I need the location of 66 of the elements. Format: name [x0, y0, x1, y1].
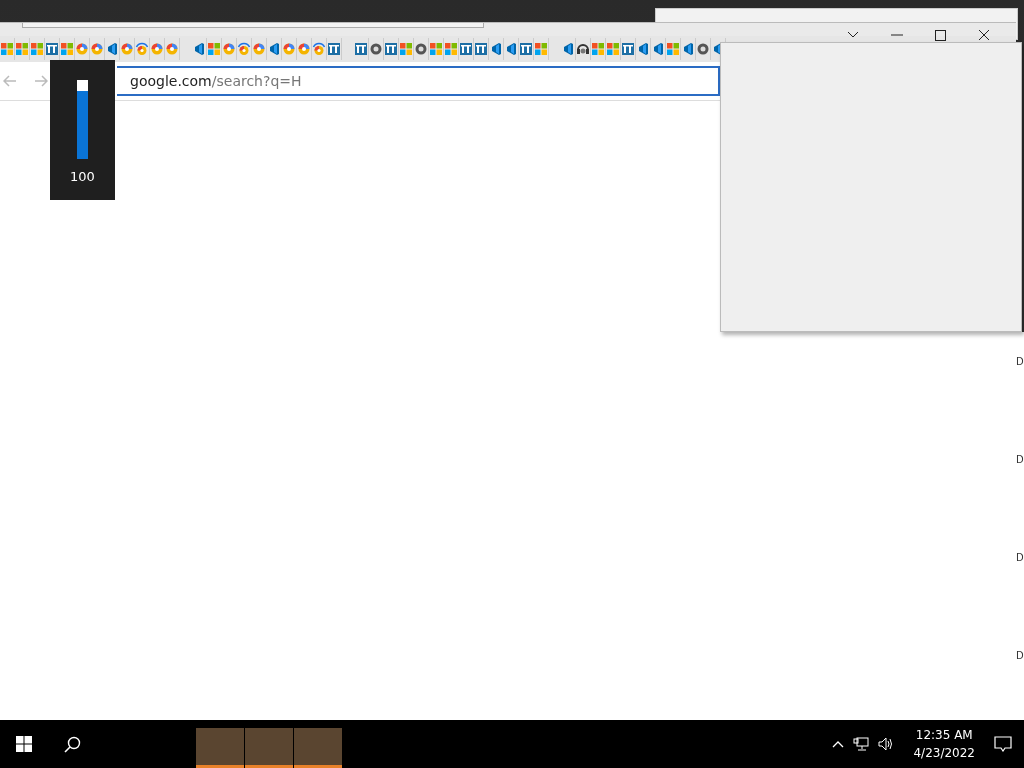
ribbon-icon[interactable] [681, 41, 695, 57]
color-wheel-icon[interactable] [165, 41, 179, 57]
circle-icon[interactable] [696, 41, 710, 57]
speaker-icon[interactable] [878, 737, 895, 751]
date-text: 4/23/2022 [913, 745, 975, 762]
ribbon-icon[interactable] [192, 41, 206, 57]
taskbar-app-button[interactable] [196, 728, 244, 768]
url-text: google.com/search?q=H [130, 73, 302, 89]
clock[interactable]: 12:35 AM 4/23/2022 [913, 726, 975, 762]
color-wheel-icon[interactable] [120, 41, 134, 57]
ribbon-icon[interactable] [651, 41, 665, 57]
windows-logo-icon[interactable] [399, 41, 413, 57]
color-wheel-icon[interactable] [237, 41, 251, 57]
windows-logo-icon[interactable] [0, 41, 14, 57]
windows-logo-icon[interactable] [534, 41, 548, 57]
color-wheel-icon[interactable] [297, 41, 311, 57]
volume-reading: 100 [70, 169, 95, 184]
color-wheel-icon[interactable] [252, 41, 266, 57]
pillars-icon[interactable] [327, 41, 341, 57]
ribbon-icon[interactable] [636, 41, 650, 57]
color-wheel-icon[interactable] [90, 41, 104, 57]
circle-icon[interactable] [369, 41, 383, 57]
search-icon[interactable] [63, 735, 81, 753]
pillars-icon[interactable] [621, 41, 635, 57]
maximize-icon[interactable] [935, 29, 946, 41]
windows-logo-icon[interactable] [30, 41, 44, 57]
start-icon[interactable] [16, 736, 32, 752]
color-wheel-icon[interactable] [135, 41, 149, 57]
ribbon-icon[interactable] [105, 41, 119, 57]
close-icon[interactable] [978, 29, 990, 41]
windows-logo-icon[interactable] [15, 41, 29, 57]
color-wheel-icon[interactable] [150, 41, 164, 57]
pillars-icon[interactable] [354, 41, 368, 57]
taskbar-app-button[interactable] [294, 728, 342, 768]
network-icon[interactable] [853, 737, 870, 751]
ribbon-icon[interactable] [504, 41, 518, 57]
pillars-icon[interactable] [384, 41, 398, 57]
windows-logo-icon[interactable] [666, 41, 680, 57]
color-wheel-icon[interactable] [75, 41, 89, 57]
windows-logo-icon[interactable] [60, 41, 74, 57]
color-wheel-icon[interactable] [282, 41, 296, 57]
pillars-icon[interactable] [459, 41, 473, 57]
windows-logo-icon[interactable] [429, 41, 443, 57]
pillars-icon[interactable] [519, 41, 533, 57]
color-wheel-icon[interactable] [312, 41, 326, 57]
ribbon-icon[interactable] [561, 41, 575, 57]
ribbon-icon[interactable] [267, 41, 281, 57]
ribbon-icon[interactable] [489, 41, 503, 57]
edge-letter: D [1016, 649, 1024, 663]
edge-letter: D [1016, 453, 1024, 467]
windows-logo-icon[interactable] [207, 41, 221, 57]
chevron-down-icon[interactable] [847, 31, 859, 39]
color-wheel-icon[interactable] [222, 41, 236, 57]
edge-letter: D [1016, 551, 1024, 565]
address-bar[interactable]: google.com/search?q=H [117, 66, 720, 96]
edge-letter: D [1016, 355, 1024, 369]
pillars-icon[interactable] [45, 41, 59, 57]
chevron-up-icon[interactable] [832, 740, 845, 748]
headphones-icon[interactable] [576, 41, 590, 57]
pillars-icon[interactable] [474, 41, 488, 57]
circle-icon[interactable] [414, 41, 428, 57]
notification-icon[interactable] [994, 736, 1012, 752]
time-text: 12:35 AM [915, 727, 973, 744]
windows-logo-icon[interactable] [606, 41, 620, 57]
windows-logo-icon[interactable] [444, 41, 458, 57]
taskbar-app-button[interactable] [245, 728, 293, 768]
